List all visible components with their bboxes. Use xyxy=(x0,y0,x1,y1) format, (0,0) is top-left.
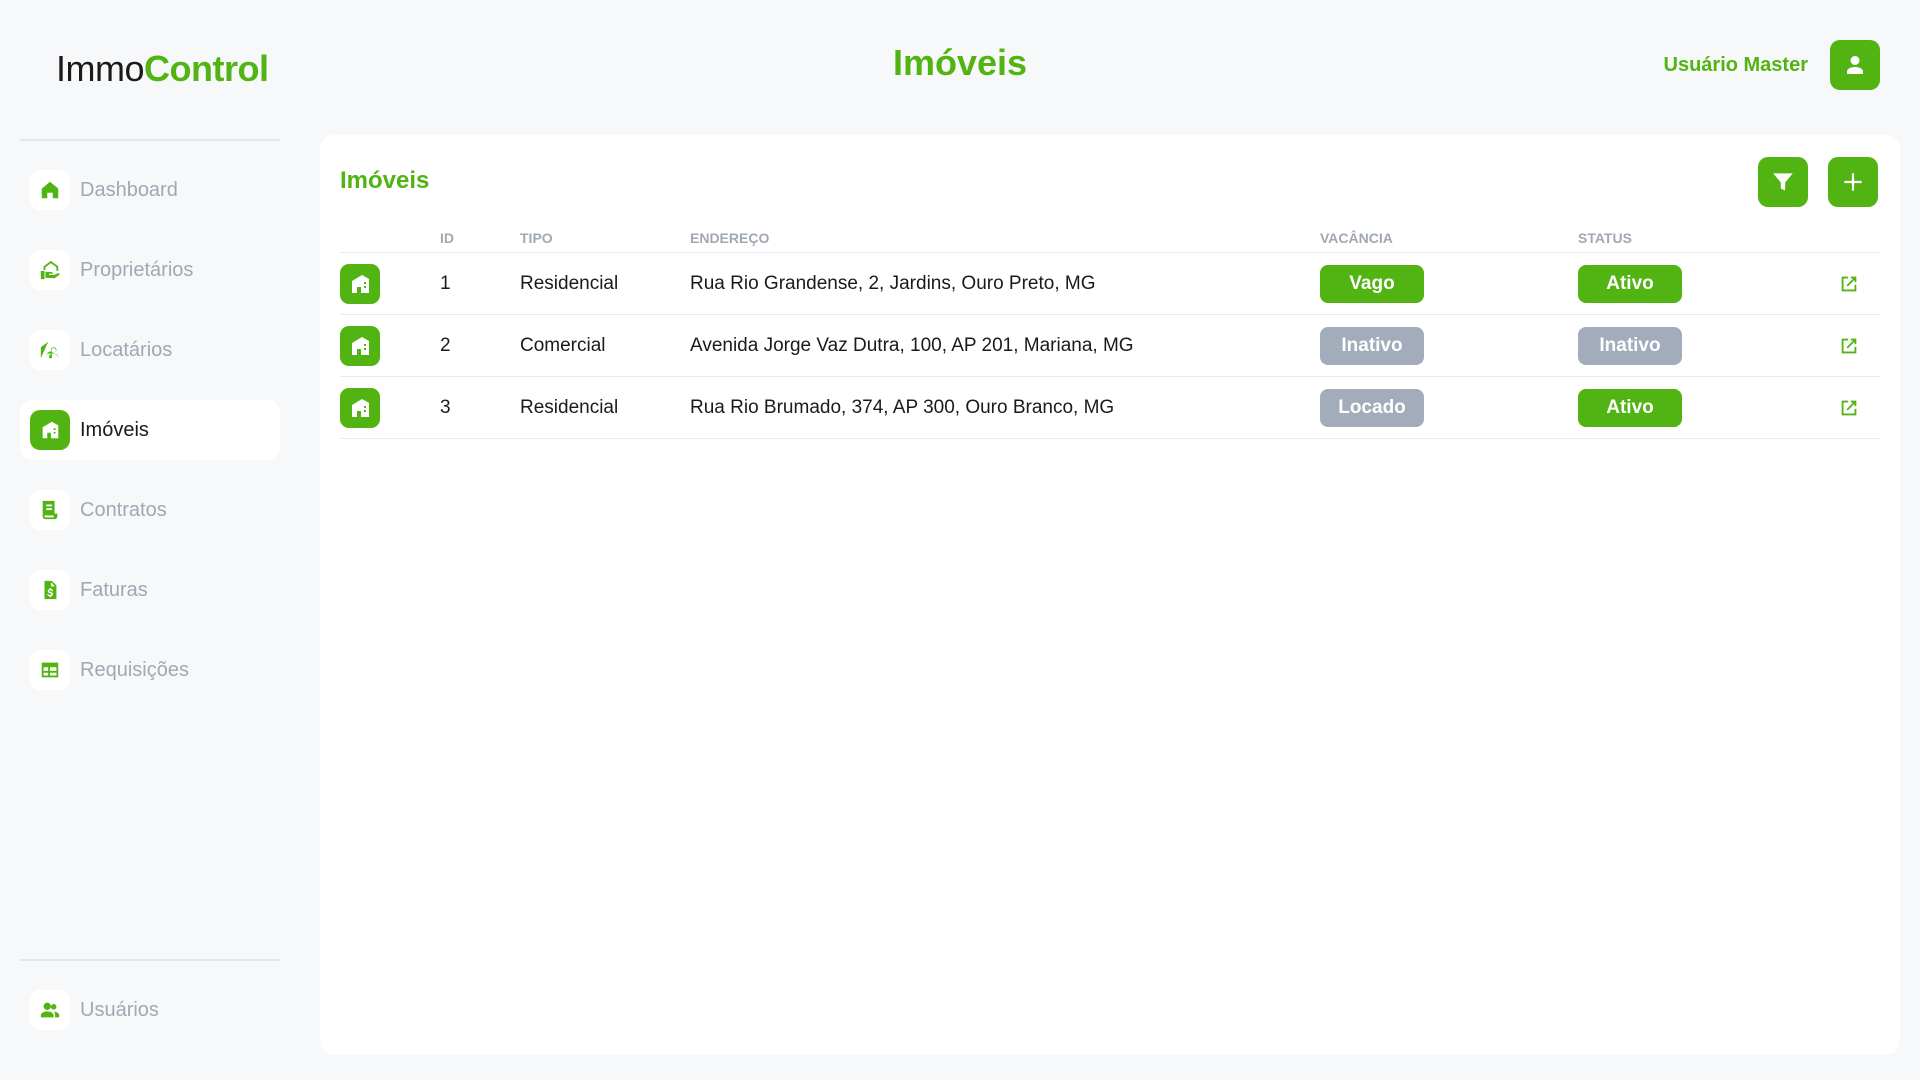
sidebar-item-label: Usuários xyxy=(80,998,159,1021)
sidebar-item-proprietarios[interactable]: Proprietários xyxy=(20,240,280,300)
column-header-tipo[interactable]: TIPO xyxy=(520,230,690,246)
properties-panel: Imóveis ID TIPO ENDEREÇO VACÂNCIA STATUS… xyxy=(320,135,1900,1055)
sidebar-item-contratos[interactable]: Contratos xyxy=(20,480,280,540)
add-property-button[interactable] xyxy=(1828,157,1878,207)
cell-tipo: Comercial xyxy=(520,334,606,356)
building-icon[interactable] xyxy=(340,263,380,304)
plus-icon xyxy=(1844,173,1862,191)
table-row: 3 Residencial Rua Rio Brumado, 374, AP 3… xyxy=(340,377,1880,439)
status-badge: Ativo xyxy=(1578,264,1682,303)
cell-endereco: Rua Rio Brumado, 374, AP 300, Ouro Branc… xyxy=(690,396,1115,418)
logo-part-immo: Immo xyxy=(56,48,145,89)
vacancy-badge: Locado xyxy=(1320,388,1424,427)
invoice-icon xyxy=(30,570,70,610)
sidebar-item-label: Locatários xyxy=(80,338,173,361)
panel-title: Imóveis xyxy=(340,167,430,194)
sidebar-item-imoveis[interactable]: Imóveis xyxy=(20,400,280,460)
tenant-icon xyxy=(30,330,70,370)
sidebar-item-requisicoes[interactable]: Requisições xyxy=(20,640,280,700)
column-header-id[interactable]: ID xyxy=(440,230,520,246)
building-icon xyxy=(30,410,70,450)
sidebar-item-label: Requisições xyxy=(80,658,189,681)
sidebar-item-usuarios[interactable]: Usuários xyxy=(20,980,280,1040)
sidebar-item-faturas[interactable]: Faturas xyxy=(20,560,280,620)
sidebar-item-dashboard[interactable]: Dashboard xyxy=(20,160,280,220)
cell-endereco: Avenida Jorge Vaz Dutra, 100, AP 201, Ma… xyxy=(690,334,1134,356)
open-external-icon[interactable] xyxy=(1838,397,1860,419)
filter-icon xyxy=(1773,173,1793,191)
sidebar-bottom-divider xyxy=(20,959,280,961)
properties-table: ID TIPO ENDEREÇO VACÂNCIA STATUS 1 Resid… xyxy=(340,223,1880,439)
cell-tipo: Residencial xyxy=(520,396,619,418)
cell-id: 3 xyxy=(440,396,451,418)
sidebar: ImmoControl Dashboard Proprietários Loca… xyxy=(0,0,300,1080)
app-logo[interactable]: ImmoControl xyxy=(56,48,269,90)
user-name: Usuário Master xyxy=(1663,54,1809,76)
table-icon xyxy=(30,650,70,690)
cell-id: 1 xyxy=(440,272,451,294)
sidebar-item-label: Proprietários xyxy=(80,258,194,281)
vacancy-badge: Vago xyxy=(1320,264,1424,303)
contract-icon xyxy=(30,490,70,530)
sidebar-item-locatarios[interactable]: Locatários xyxy=(20,320,280,380)
status-badge: Ativo xyxy=(1578,388,1682,427)
sidebar-bottom: Usuários xyxy=(20,980,280,1060)
cell-tipo: Residencial xyxy=(520,272,619,294)
open-external-icon[interactable] xyxy=(1838,335,1860,357)
user-icon xyxy=(1847,56,1863,74)
user-profile-button[interactable] xyxy=(1830,40,1880,90)
owner-icon xyxy=(30,250,70,290)
column-header-status[interactable]: STATUS xyxy=(1578,230,1800,246)
sidebar-item-label: Faturas xyxy=(80,578,148,601)
logo-part-control: Control xyxy=(144,48,269,89)
table-header: ID TIPO ENDEREÇO VACÂNCIA STATUS xyxy=(340,223,1880,253)
cell-endereco: Rua Rio Grandense, 2, Jardins, Ouro Pret… xyxy=(690,272,1096,294)
sidebar-top-divider xyxy=(20,139,280,141)
sidebar-nav: Dashboard Proprietários Locatários Imóve… xyxy=(20,160,280,720)
vacancy-badge: Inativo xyxy=(1320,326,1424,365)
building-icon[interactable] xyxy=(340,325,380,366)
status-badge: Inativo xyxy=(1578,326,1682,365)
sidebar-item-label: Dashboard xyxy=(80,178,178,201)
cell-id: 2 xyxy=(440,334,451,356)
table-row: 1 Residencial Rua Rio Grandense, 2, Jard… xyxy=(340,253,1880,315)
building-icon[interactable] xyxy=(340,387,380,428)
home-icon xyxy=(30,170,70,210)
sidebar-item-label: Contratos xyxy=(80,498,167,521)
sidebar-item-label: Imóveis xyxy=(80,418,149,441)
column-header-vacancia[interactable]: VACÂNCIA xyxy=(1320,230,1578,246)
table-row: 2 Comercial Avenida Jorge Vaz Dutra, 100… xyxy=(340,315,1880,377)
filter-button[interactable] xyxy=(1758,157,1808,207)
users-icon xyxy=(30,990,70,1030)
column-header-endereco[interactable]: ENDEREÇO xyxy=(690,230,1320,246)
open-external-icon[interactable] xyxy=(1838,273,1860,295)
